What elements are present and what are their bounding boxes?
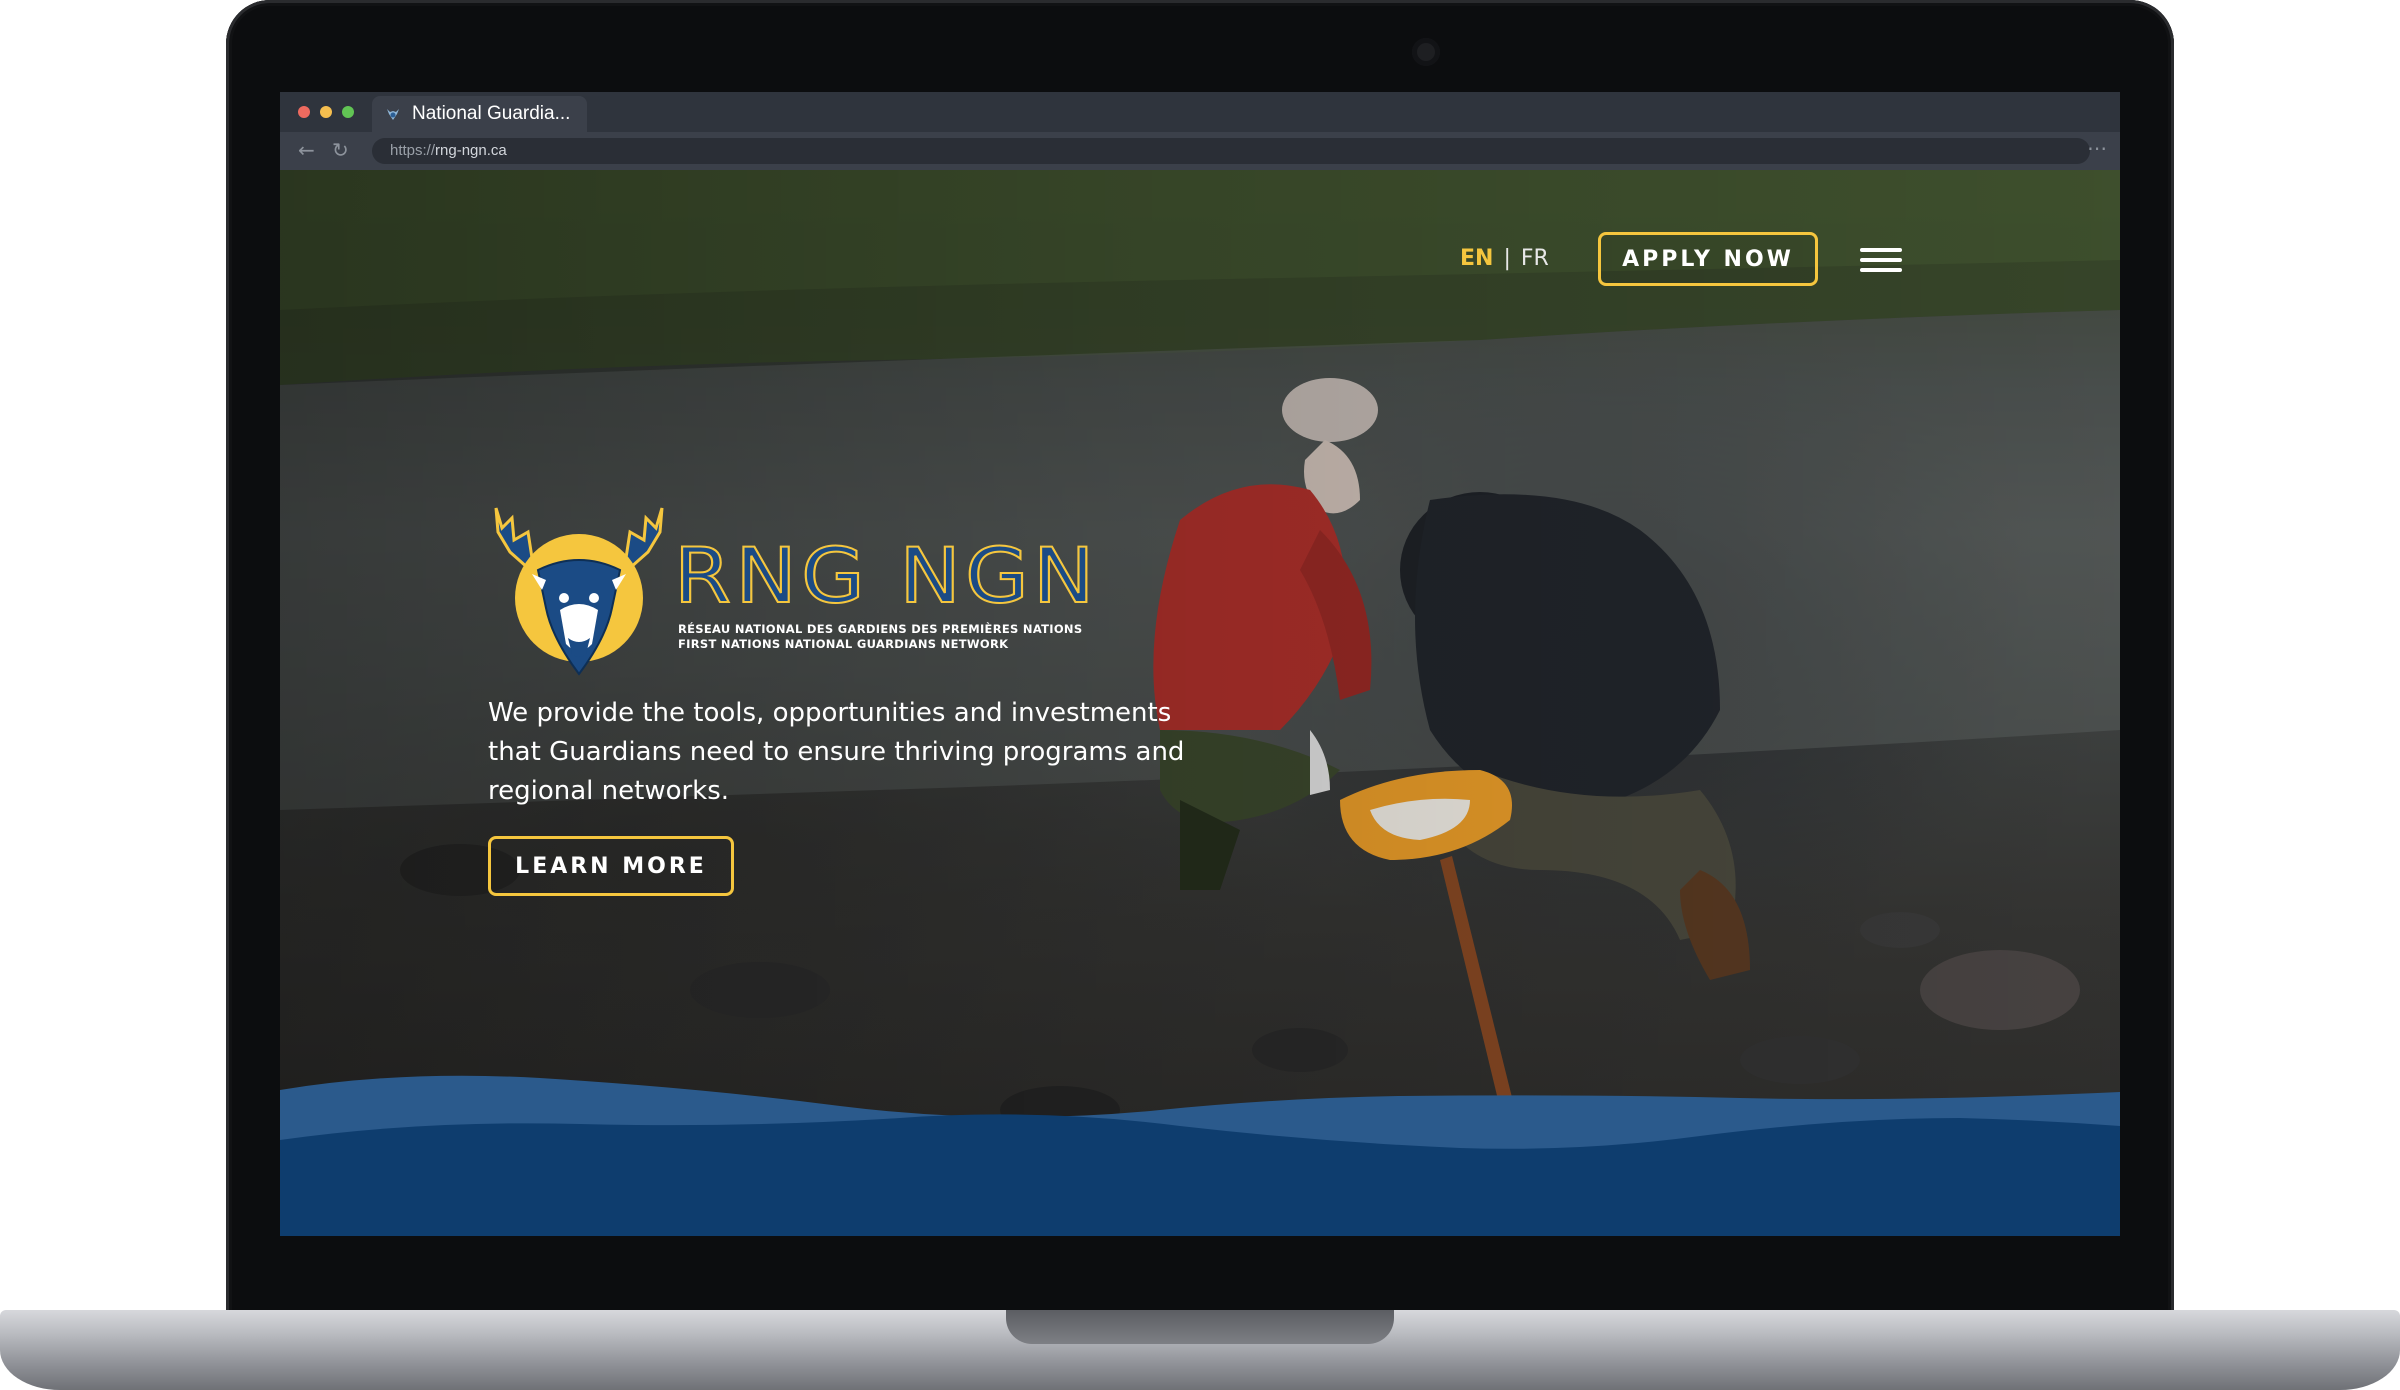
reload-icon[interactable]: ↻ bbox=[332, 138, 349, 162]
hero-tagline: We provide the tools, opportunities and … bbox=[488, 698, 1185, 806]
logo-wordmark: RNG NGN bbox=[673, 531, 1099, 620]
moose-logo-icon bbox=[494, 507, 664, 676]
minimize-window-button[interactable] bbox=[320, 106, 332, 118]
browser-toolbar: ← ↻ https://rng-ngn.ca ⋯ bbox=[280, 132, 2120, 170]
close-window-button[interactable] bbox=[298, 106, 310, 118]
browser-tab-strip: National Guardia... bbox=[280, 92, 2120, 132]
wave-divider bbox=[280, 1075, 2120, 1236]
language-switcher: EN | FR bbox=[1460, 246, 1549, 271]
hero-section: EN | FR APPLY NOW RNG NGN RÉSEAU NATIONAL … bbox=[280, 170, 2120, 1236]
camera-icon bbox=[1412, 38, 1440, 66]
apply-now-button[interactable]: APPLY NOW bbox=[1598, 232, 1818, 286]
moose-favicon-icon bbox=[384, 105, 402, 123]
laptop-screen: National Guardia... ← ↻ https://rng-ngn.… bbox=[280, 92, 2120, 1236]
learn-more-button[interactable]: LEARN MORE bbox=[488, 836, 734, 896]
more-dots-icon[interactable]: ⋯ bbox=[2087, 136, 2108, 160]
laptop-notch bbox=[1006, 1310, 1394, 1344]
address-bar[interactable]: https://rng-ngn.ca bbox=[372, 138, 2090, 164]
url-scheme: https:// bbox=[390, 142, 436, 159]
window-controls bbox=[298, 106, 354, 118]
hamburger-menu-icon[interactable] bbox=[1860, 248, 1902, 274]
tab-title: National Guardia... bbox=[412, 103, 571, 124]
url-host: rng-ngn.ca bbox=[435, 142, 507, 159]
lang-fr-link[interactable]: FR bbox=[1521, 246, 1549, 271]
back-arrow-icon[interactable]: ← bbox=[298, 138, 315, 162]
maximize-window-button[interactable] bbox=[342, 106, 354, 118]
logo-subtitle-fr: RÉSEAU NATIONAL DES GARDIENS DES PREMIÈR… bbox=[678, 622, 1083, 636]
logo-subtitle-en: FIRST NATIONS NATIONAL GUARDIANS NETWORK bbox=[678, 637, 1009, 651]
lang-en-link[interactable]: EN bbox=[1460, 246, 1493, 271]
browser-tab[interactable]: National Guardia... bbox=[372, 96, 587, 132]
lang-separator: | bbox=[1503, 246, 1511, 271]
logo-subtitle: RÉSEAU NATIONAL DES GARDIENS DES PREMIÈR… bbox=[678, 622, 1082, 652]
